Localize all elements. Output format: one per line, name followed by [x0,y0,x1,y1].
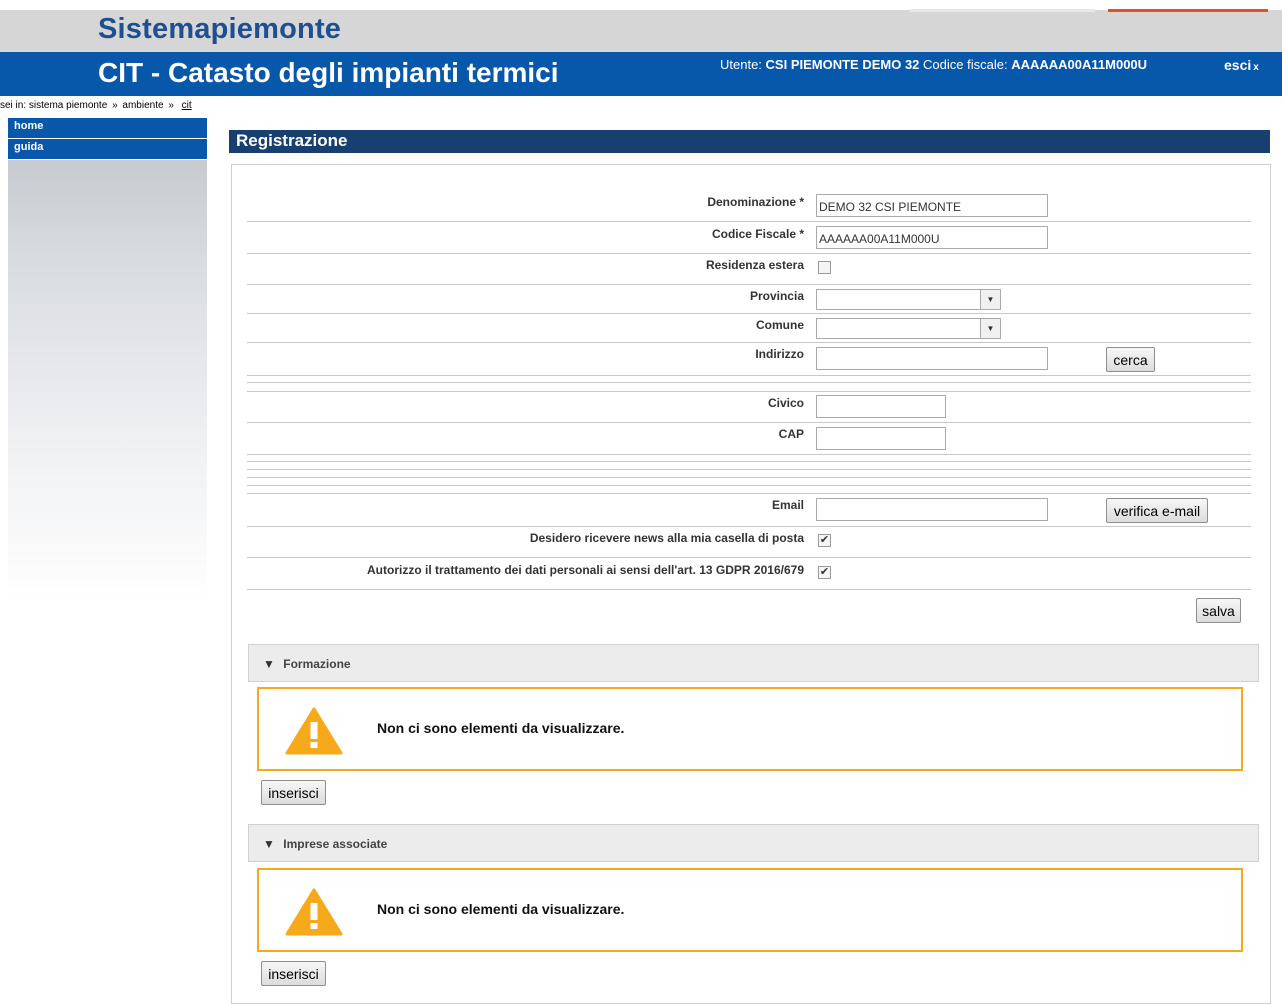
row-divider [247,454,1251,455]
verifica-email-button[interactable]: verifica e-mail [1106,498,1208,523]
checkmark-icon: ✔ [819,534,830,546]
warning-triangle-icon [285,888,343,936]
row-divider [247,422,1251,423]
news-checkbox[interactable]: ✔ [818,534,831,547]
triangle-down-icon: ▼ [263,837,275,851]
comune-label: Comune [756,318,804,332]
privacy-label: Autorizzo il trattamento dei dati person… [367,563,804,577]
accordion-imprese-associate[interactable]: ▼ Imprese associate [248,824,1259,862]
warning-triangle-icon [285,707,343,755]
privacy-checkbox[interactable]: ✔ [818,566,831,579]
user-label: Utente: [720,57,762,72]
logout-label: esci [1224,57,1252,73]
checkmark-icon: ✔ [819,566,830,578]
row-divider [247,391,1251,392]
denominazione-field[interactable]: DEMO 32 CSI PIEMONTE [816,194,1048,217]
top-banner: Sistemapiemonte [0,0,1282,52]
breadcrumb-item[interactable]: ambiente [122,100,163,111]
indirizzo-field[interactable] [816,347,1048,370]
accordion-formazione[interactable]: ▼ Formazione [248,644,1259,682]
breadcrumb-separator: » [112,100,118,111]
cerca-button[interactable]: cerca [1106,347,1155,372]
empty-message: Non ci sono elementi da visualizzare. [377,720,625,736]
cf-value: AAAAAA00A11M000U [1011,57,1148,72]
breadcrumb-item[interactable]: sistema piemonte [29,100,107,111]
civico-field[interactable] [816,395,946,418]
site-title[interactable]: Sistemapiemonte [98,13,341,46]
row-divider [247,375,1251,376]
insert-button[interactable]: inserisci [261,961,326,986]
warning-box: Non ci sono elementi da visualizzare. [257,868,1243,952]
user-info: Utente: CSI PIEMONTE DEMO 32 Codice fisc… [720,57,1147,72]
accordion-title: Imprese associate [283,837,388,851]
insert-button[interactable]: inserisci [261,780,326,805]
chevron-down-icon[interactable]: ▼ [980,319,1000,338]
row-divider [247,477,1251,478]
residenza-estera-checkbox[interactable] [818,261,831,274]
row-divider [247,284,1251,285]
row-divider [247,221,1251,222]
sidebar-item-home[interactable]: home [8,118,207,138]
sidebar-item-guida[interactable]: guida [8,139,207,159]
provincia-select[interactable]: ▼ [816,289,1001,310]
cf-label: Codice fiscale: [923,57,1008,72]
app-header: CIT - Catasto degli impianti termici Ute… [0,52,1282,96]
user-name: CSI PIEMONTE DEMO 32 [765,57,920,72]
email-field[interactable] [816,498,1048,521]
chevron-down-icon[interactable]: ▼ [980,290,1000,309]
row-divider [247,461,1251,462]
row-divider [247,342,1251,343]
cap-field[interactable] [816,427,946,450]
row-divider [247,493,1251,494]
codice-fiscale-field[interactable]: AAAAAA00A11M000U [816,226,1048,249]
top-tab-red [1108,9,1268,12]
row-divider [247,313,1251,314]
top-tab-grey [910,9,1095,12]
row-divider [247,382,1251,383]
news-label: Desidero ricevere news alla mia casella … [529,531,804,545]
email-label: Email [771,498,804,512]
provincia-label: Provincia [749,289,804,303]
row-divider [247,469,1251,470]
row-divider [247,485,1251,486]
accordion-title: Formazione [283,657,351,671]
residenza-estera-label: Residenza estera [705,258,804,272]
close-icon: x [1253,62,1259,73]
save-button[interactable]: salva [1196,598,1241,623]
breadcrumb-prefix: sei in: [0,100,27,111]
civico-label: Civico [767,396,804,410]
comune-select[interactable]: ▼ [816,318,1001,339]
row-divider [247,589,1251,590]
breadcrumb: sei in: sistema piemonte » ambiente » ci… [0,100,192,111]
logout-link[interactable]: esci x [1224,57,1259,73]
row-divider [247,526,1251,527]
page-title: Registrazione [229,130,1270,153]
indirizzo-label: Indirizzo [755,347,804,361]
triangle-down-icon: ▼ [263,657,275,671]
warning-box: Non ci sono elementi da visualizzare. [257,687,1243,771]
sidebar-background [8,160,207,605]
empty-message: Non ci sono elementi da visualizzare. [377,901,625,917]
cap-label: CAP [778,427,804,441]
app-title: CIT - Catasto degli impianti termici [98,57,559,88]
breadcrumb-separator: » [168,100,174,111]
sidebar: home guida [8,118,207,605]
breadcrumb-current[interactable]: cit [182,100,192,111]
row-divider [247,557,1251,558]
denominazione-label: Denominazione * [707,195,804,209]
codice-fiscale-label: Codice Fiscale * [711,227,804,241]
row-divider [247,253,1251,254]
